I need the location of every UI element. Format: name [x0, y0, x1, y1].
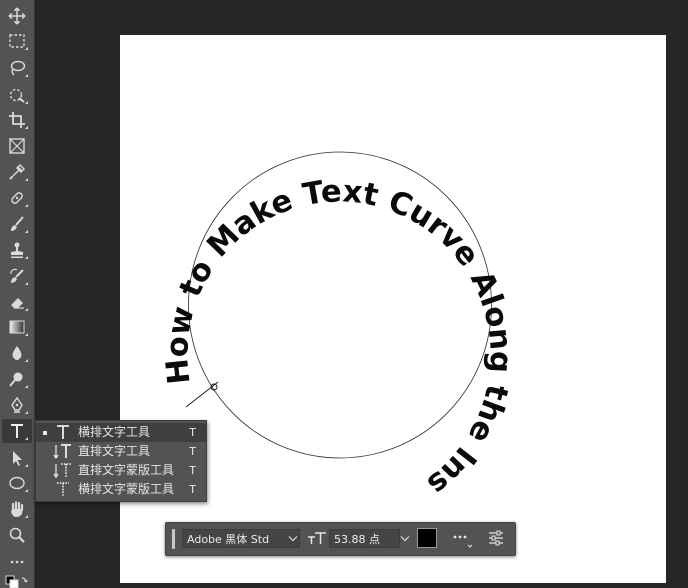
text-color-swatch[interactable]: [417, 528, 437, 548]
clone-stamp-tool[interactable]: [2, 238, 32, 262]
history-brush-icon: [10, 268, 24, 283]
path-selection-tool[interactable]: [2, 446, 32, 470]
tools-panel: [0, 0, 35, 588]
eraser-tool[interactable]: [2, 290, 32, 314]
chevron-down-icon: [288, 536, 298, 542]
contextual-task-bar: Adobe 黑体 Std 53.88 点: [165, 522, 516, 556]
pen-nib-icon: [11, 396, 23, 413]
zoom-tool[interactable]: [2, 523, 32, 547]
quick-selection-tool[interactable]: [2, 83, 32, 107]
brush-icon: [11, 216, 24, 231]
healing-brush-tool[interactable]: [2, 186, 32, 210]
rectangular-marquee-icon: [9, 34, 25, 48]
color-swatches[interactable]: [2, 572, 32, 588]
marquee-tool[interactable]: [2, 29, 32, 53]
flyout-item-shortcut: T: [189, 445, 196, 458]
vertical-type-mask-icon: [53, 462, 73, 479]
arrow-pointer-icon: [13, 451, 22, 466]
flyout-item-vertical-type-mask[interactable]: 直排文字蒙版工具 T: [36, 461, 206, 480]
horizontal-type-mask-icon: [53, 481, 73, 498]
lasso-tool[interactable]: [2, 56, 32, 80]
properties-settings-button[interactable]: [487, 529, 505, 547]
ellipsis-icon: [453, 535, 473, 548]
flyout-item-horizontal-type-mask[interactable]: 横排文字蒙版工具 T: [36, 480, 206, 499]
blur-tool[interactable]: [2, 341, 32, 365]
horizontal-type-icon: [53, 424, 73, 441]
frame-tool[interactable]: [2, 134, 32, 158]
magnifier-icon: [9, 527, 25, 543]
brush-tool[interactable]: [2, 212, 32, 236]
drag-grip-handle[interactable]: [172, 529, 175, 549]
flyout-item-label: 直排文字蒙版工具: [78, 463, 175, 477]
lasso-icon: [10, 60, 26, 76]
flyout-item-shortcut: T: [189, 483, 196, 496]
ellipsis-icon: [10, 560, 24, 564]
flyout-item-shortcut: T: [189, 464, 196, 477]
font-family-field[interactable]: Adobe 黑体 Std: [182, 529, 300, 548]
move-tool[interactable]: [2, 4, 32, 28]
sliders-icon: [489, 530, 503, 546]
type-tool[interactable]: [2, 419, 32, 443]
chevron-down-icon: [400, 536, 410, 542]
hand-tool[interactable]: [2, 497, 32, 521]
vertical-type-icon: [53, 443, 73, 460]
water-drop-icon: [12, 346, 22, 360]
edit-toolbar[interactable]: [2, 550, 32, 574]
eraser-icon: [11, 298, 24, 309]
move-icon: [8, 7, 26, 25]
type-t-icon: [11, 424, 23, 438]
hand-icon: [11, 501, 24, 517]
dodge-tool[interactable]: [2, 367, 32, 391]
eyedropper-icon: [9, 164, 25, 180]
foreground-background-icon: [5, 575, 28, 588]
flyout-item-label: 横排文字蒙版工具: [78, 482, 175, 496]
flyout-item-label: 直排文字工具: [78, 444, 151, 458]
type-tool-flyout: 横排文字工具 T 直排文字工具 T 直排文字蒙版工具 T 横排文字蒙版工具 T: [35, 420, 207, 502]
pen-tool[interactable]: [2, 393, 32, 417]
bandage-icon: [11, 192, 23, 204]
gradient-tool[interactable]: [2, 315, 32, 339]
font-size-field[interactable]: 53.88 点: [329, 529, 400, 548]
path-anchor-handle: [185, 381, 219, 408]
font-size-icon: [307, 529, 327, 548]
ellipse-icon: [9, 476, 25, 490]
flyout-item-shortcut: T: [189, 426, 196, 439]
flyout-item-vertical-type[interactable]: 直排文字工具 T: [36, 442, 206, 461]
selected-bullet: [43, 431, 47, 435]
crop-icon: [9, 112, 25, 128]
history-brush-tool[interactable]: [2, 264, 32, 288]
stamp-icon: [11, 242, 23, 258]
font-family-dropdown[interactable]: [286, 529, 300, 548]
flyout-item-horizontal-type[interactable]: 横排文字工具 T: [36, 423, 206, 442]
ellipse-tool[interactable]: [2, 471, 32, 495]
more-options-button[interactable]: [449, 527, 473, 549]
crop-tool[interactable]: [2, 108, 32, 132]
eyedropper-tool[interactable]: [2, 160, 32, 184]
flyout-item-label: 横排文字工具: [78, 425, 151, 439]
dodge-icon: [9, 372, 23, 387]
frame-icon: [9, 138, 25, 154]
gradient-icon: [9, 320, 25, 334]
font-size-dropdown[interactable]: [398, 529, 412, 548]
quick-selection-icon: [9, 88, 25, 103]
